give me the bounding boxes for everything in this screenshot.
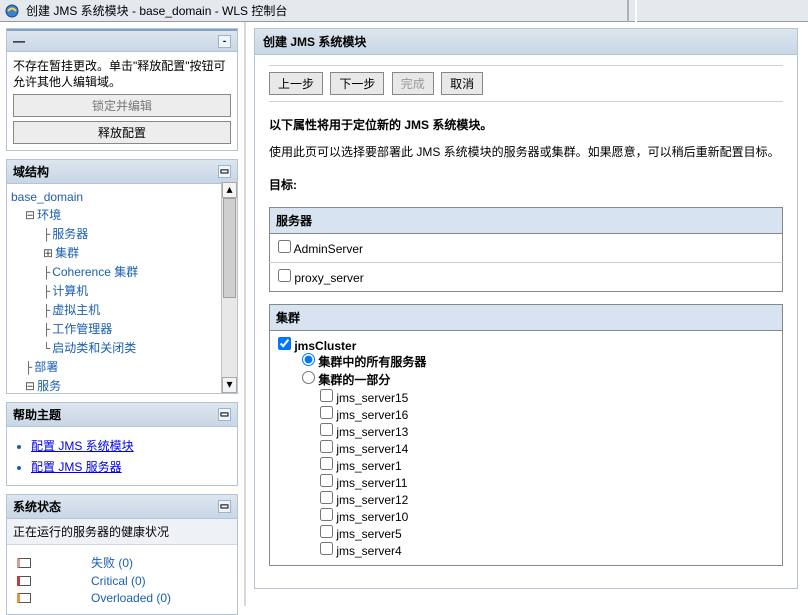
target-label: 目标: bbox=[269, 176, 783, 193]
cluster-checkbox[interactable] bbox=[278, 337, 291, 350]
cluster-all-radio[interactable]: 集群中的所有服务器 bbox=[302, 353, 774, 371]
cluster-member-checkbox-row[interactable]: jms_server1 bbox=[320, 457, 774, 474]
collapse-icon[interactable]: ▭ bbox=[218, 408, 231, 421]
main-panel: 创建 JMS 系统模块 上一步 下一步 完成 取消 以下属性将用于定位新的 JM… bbox=[254, 28, 798, 589]
servers-table: 服务器 AdminServer proxy_server bbox=[269, 207, 783, 292]
server-checkbox[interactable] bbox=[278, 269, 291, 282]
status-row: Critical (0) bbox=[17, 574, 233, 588]
collapse-icon[interactable]: ▭ bbox=[218, 165, 231, 178]
help-link[interactable]: 配置 JMS 系统模块 bbox=[31, 439, 134, 453]
cluster-member-checkbox-row[interactable]: jms_server5 bbox=[320, 525, 774, 542]
clusters-header: 集群 bbox=[270, 305, 783, 331]
cluster-member-checkbox-row[interactable]: jms_server15 bbox=[320, 389, 774, 406]
status-label: Overloaded (0) bbox=[91, 591, 171, 605]
clusters-table: 集群 jmsCluster 集群中的所有服务器 集群的一部分 jms_serve… bbox=[269, 304, 783, 566]
status-color-box bbox=[17, 558, 31, 568]
release-config-button[interactable]: 释放配置 bbox=[13, 121, 231, 144]
tree-startup[interactable]: 启动类和关闭类 bbox=[52, 341, 136, 355]
ie-icon bbox=[4, 3, 20, 19]
no-changes-text: 不存在暂挂更改。单击"释放配置"按钮可允许其他人编辑域。 bbox=[13, 58, 231, 90]
tree-clusters[interactable]: 集群 bbox=[55, 246, 79, 260]
window-titlebar: 创建 JMS 系统模块 - base_domain - WLS 控制台 bbox=[0, 0, 808, 22]
tree-scrollbar[interactable]: ▴ ▾ bbox=[221, 182, 237, 393]
cluster-member-checkbox-row[interactable]: jms_server10 bbox=[320, 508, 774, 525]
cluster-member-checkbox[interactable] bbox=[320, 389, 333, 402]
server-checkbox-row[interactable]: AdminServer bbox=[278, 242, 363, 256]
cluster-member-checkbox[interactable] bbox=[320, 525, 333, 538]
domain-structure-panel: 域结构 ▭ base_domain ⊟环境 ├服务器 ⊞集群 ├Coherenc… bbox=[6, 159, 238, 394]
servers-header: 服务器 bbox=[270, 208, 783, 234]
description: 使用此页可以选择要部署此 JMS 系统模块的服务器或集群。如果愿意，可以稍后重新… bbox=[269, 143, 783, 160]
help-title: 帮助主题 bbox=[13, 406, 61, 423]
cancel-button[interactable]: 取消 bbox=[441, 72, 483, 95]
cluster-member-checkbox-row[interactable]: jms_server13 bbox=[320, 423, 774, 440]
status-color-box bbox=[17, 576, 31, 586]
back-button[interactable]: 上一步 bbox=[269, 72, 323, 95]
change-center-truncated-title: — bbox=[13, 34, 25, 48]
cluster-member-checkbox[interactable] bbox=[320, 457, 333, 470]
help-list: 配置 JMS 系统模块 配置 JMS 服务器 bbox=[13, 437, 231, 475]
cluster-checkbox-row[interactable]: jmsCluster bbox=[278, 339, 356, 353]
cluster-member-checkbox[interactable] bbox=[320, 406, 333, 419]
help-link[interactable]: 配置 JMS 服务器 bbox=[31, 460, 122, 474]
status-row: Overloaded (0) bbox=[17, 591, 233, 605]
change-center-panel: — - 不存在暂挂更改。单击"释放配置"按钮可允许其他人编辑域。 锁定并编辑 释… bbox=[6, 28, 238, 151]
help-panel: 帮助主题 ▭ 配置 JMS 系统模块 配置 JMS 服务器 bbox=[6, 402, 238, 486]
next-button[interactable]: 下一步 bbox=[330, 72, 384, 95]
system-status-panel: 系统状态 ▭ 正在运行的服务器的健康状况 失败 (0) Critical (0) O… bbox=[6, 494, 238, 615]
lock-edit-button: 锁定并编辑 bbox=[13, 94, 231, 117]
finish-button: 完成 bbox=[392, 72, 434, 95]
cluster-member-checkbox[interactable] bbox=[320, 423, 333, 436]
cluster-member-checkbox-row[interactable]: jms_server16 bbox=[320, 406, 774, 423]
status-subtitle: 正在运行的服务器的健康状况 bbox=[7, 519, 237, 545]
status-row: 失败 (0) bbox=[17, 554, 233, 571]
tree-env[interactable]: 环境 bbox=[37, 208, 61, 222]
tree-root[interactable]: base_domain bbox=[11, 190, 83, 204]
cluster-member-checkbox-row[interactable]: jms_server4 bbox=[320, 542, 774, 559]
status-body: 失败 (0) Critical (0) Overloaded (0) bbox=[7, 545, 237, 614]
cluster-member-checkbox-row[interactable]: jms_server14 bbox=[320, 440, 774, 457]
tree-vhosts[interactable]: 虚拟主机 bbox=[52, 303, 100, 317]
main-header: 创建 JMS 系统模块 bbox=[255, 29, 797, 55]
status-label: 失败 (0) bbox=[91, 554, 133, 571]
subtitle: 以下属性将用于定位新的 JMS 系统模块。 bbox=[269, 116, 783, 133]
cluster-member-checkbox-row[interactable]: jms_server12 bbox=[320, 491, 774, 508]
cluster-member-checkbox[interactable] bbox=[320, 508, 333, 521]
status-title: 系统状态 bbox=[13, 498, 61, 515]
titlebar-divider bbox=[627, 0, 637, 22]
tree-machines[interactable]: 计算机 bbox=[52, 284, 88, 298]
cluster-member-checkbox[interactable] bbox=[320, 440, 333, 453]
wizard-button-row: 上一步 下一步 完成 取消 bbox=[269, 65, 783, 102]
window-title: 创建 JMS 系统模块 - base_domain - WLS 控制台 bbox=[26, 2, 287, 19]
cluster-member-checkbox[interactable] bbox=[320, 491, 333, 504]
server-checkbox[interactable] bbox=[278, 240, 291, 253]
cluster-member-checkbox[interactable] bbox=[320, 474, 333, 487]
collapse-icon[interactable]: - bbox=[218, 35, 231, 48]
status-color-box bbox=[17, 593, 31, 603]
domain-tree: base_domain ⊟环境 ├服务器 ⊞集群 ├Coherence 集群 ├… bbox=[7, 184, 237, 394]
cluster-member-checkbox-row[interactable]: jms_server11 bbox=[320, 474, 774, 491]
tree-deploy[interactable]: 部署 bbox=[34, 360, 58, 374]
tree-workmgr[interactable]: 工作管理器 bbox=[52, 322, 112, 336]
cluster-part-radio[interactable]: 集群的一部分 bbox=[302, 371, 774, 389]
collapse-icon[interactable]: ▭ bbox=[218, 500, 231, 513]
cluster-member-checkbox[interactable] bbox=[320, 542, 333, 555]
domain-structure-title: 域结构 bbox=[13, 163, 49, 180]
tree-servers[interactable]: 服务器 bbox=[52, 227, 88, 241]
tree-services[interactable]: 服务 bbox=[37, 379, 61, 393]
status-label: Critical (0) bbox=[91, 574, 146, 588]
server-checkbox-row[interactable]: proxy_server bbox=[278, 271, 364, 285]
tree-coherence[interactable]: Coherence 集群 bbox=[52, 265, 138, 279]
